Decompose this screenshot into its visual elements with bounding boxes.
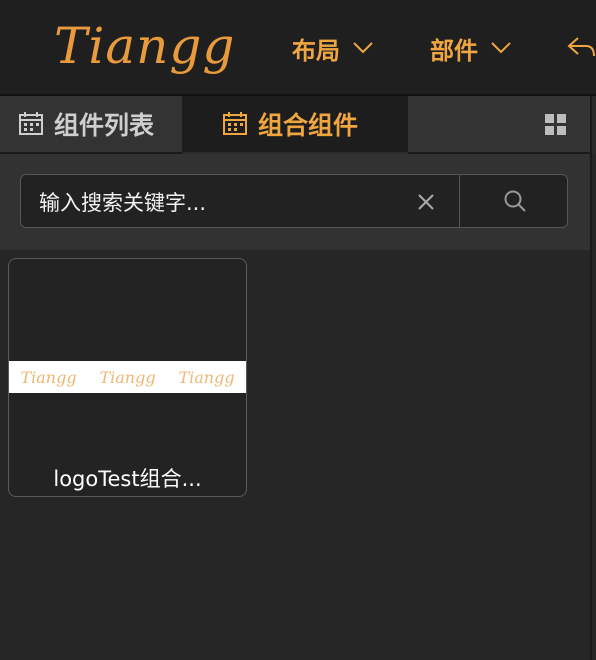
tab-combo-components[interactable]: 组合组件 xyxy=(182,96,408,152)
undo-icon[interactable] xyxy=(566,32,596,62)
search-button[interactable] xyxy=(459,174,569,228)
component-card[interactable]: Tiangg Tiangg Tiangg logoTest组合... xyxy=(8,258,247,497)
chevron-down-icon xyxy=(353,42,373,54)
tab-component-list-label: 组件列表 xyxy=(54,111,155,140)
card-thumbnail: Tiangg Tiangg Tiangg xyxy=(9,361,246,393)
menu-layout[interactable]: 布局 xyxy=(292,30,374,66)
tab-bar: 组件列表 组合组件 xyxy=(0,96,596,154)
logo: Tiangg xyxy=(54,17,236,75)
tab-combo-components-label: 组合组件 xyxy=(258,111,359,140)
clear-icon[interactable] xyxy=(417,193,435,211)
grid-view-icon[interactable] xyxy=(545,114,567,136)
top-bar: Tiangg 布局 部件 xyxy=(0,0,596,96)
search-area xyxy=(0,154,590,250)
menu-layout-label: 布局 xyxy=(292,36,340,65)
calendar-icon xyxy=(223,112,247,135)
panel-divider xyxy=(590,96,592,660)
thumbnail-logo: Tiangg xyxy=(99,367,156,387)
thumbnail-logo: Tiangg xyxy=(20,367,77,387)
chevron-down-icon xyxy=(491,42,511,54)
card-title: logoTest组合... xyxy=(53,467,202,491)
menu-widgets-label: 部件 xyxy=(430,36,478,65)
search-input[interactable] xyxy=(37,183,421,221)
menu-widgets[interactable]: 部件 xyxy=(430,30,512,66)
search-icon xyxy=(504,190,526,212)
thumbnail-logo: Tiangg xyxy=(178,367,235,387)
tab-component-list[interactable]: 组件列表 xyxy=(0,96,182,154)
calendar-icon xyxy=(19,112,43,135)
search-box xyxy=(20,174,568,228)
